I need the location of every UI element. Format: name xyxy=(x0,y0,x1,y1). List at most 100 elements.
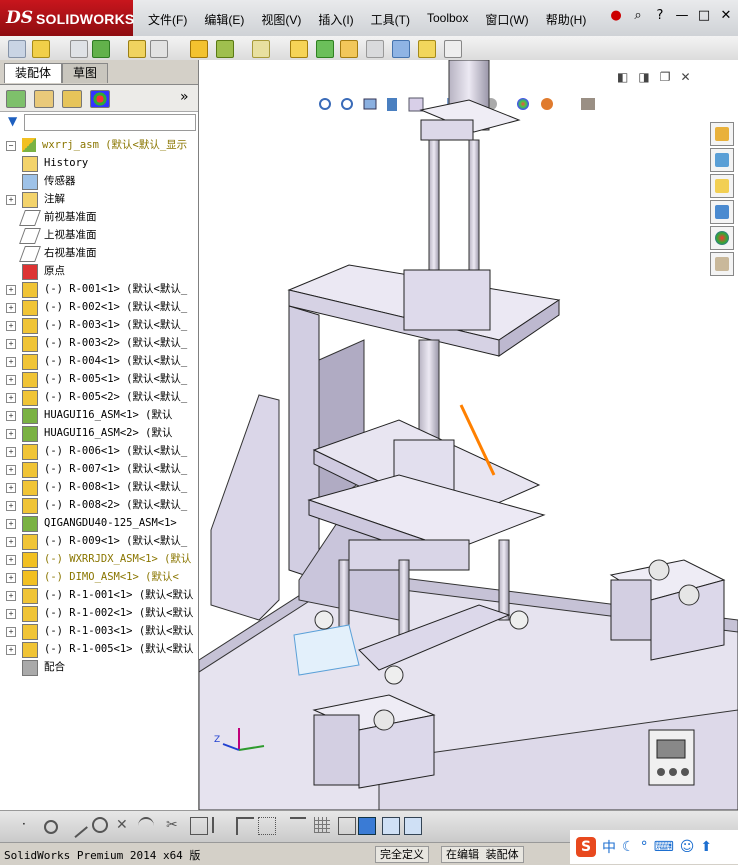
traffic-light-icon[interactable]: ● xyxy=(608,8,624,23)
restore-button[interactable]: □ xyxy=(696,8,712,23)
expand-icon[interactable]: + xyxy=(6,375,16,385)
expand-icon[interactable]: + xyxy=(6,357,16,367)
smart-dimension-icon[interactable] xyxy=(290,817,306,835)
expand-icon[interactable]: + xyxy=(6,483,16,493)
design-library-icon[interactable] xyxy=(710,148,734,172)
view-cube-icon[interactable] xyxy=(358,817,376,835)
expand-icon[interactable]: + xyxy=(6,591,16,601)
search-icon[interactable]: ⌕ xyxy=(630,8,646,23)
expand-icon[interactable]: + xyxy=(6,429,16,439)
configuration-manager-icon[interactable] xyxy=(62,90,82,108)
filter-icon[interactable]: ▼ xyxy=(8,114,17,128)
tree-item[interactable]: 传感器 xyxy=(0,172,198,190)
tree-item[interactable]: + (-) R-005<2> (默认<默认_ xyxy=(0,388,198,406)
tree-item[interactable]: + (-) R-001<1> (默认<默认_ xyxy=(0,280,198,298)
tree-item[interactable]: + (-) R-003<1> (默认<默认_ xyxy=(0,316,198,334)
expand-icon[interactable]: + xyxy=(6,501,16,511)
trim-icon[interactable]: ✕ xyxy=(116,817,132,833)
minimize-button[interactable]: — xyxy=(674,8,690,23)
moon-icon[interactable]: ☾ xyxy=(622,839,635,855)
dot-icon[interactable]: · xyxy=(22,817,38,833)
tree-item[interactable]: + (-) R-009<1> (默认<默认_ xyxy=(0,532,198,550)
feature-manager-icon[interactable] xyxy=(6,90,26,108)
keyboard-icon[interactable]: ⌨ xyxy=(654,839,674,855)
expand-icon[interactable]: + xyxy=(6,447,16,457)
offset-icon[interactable] xyxy=(190,817,208,835)
help-icon[interactable]: ? xyxy=(652,8,668,23)
menu-edit[interactable]: 编辑(E) xyxy=(204,11,244,28)
tree-item[interactable]: + (-) DIMO_ASM<1> (默认< xyxy=(0,568,198,586)
tree-item[interactable]: + HUAGUI16_ASM<2> (默认 xyxy=(0,424,198,442)
tree-item[interactable]: + (-) R-1-002<1> (默认<默认 xyxy=(0,604,198,622)
component-icon[interactable] xyxy=(92,40,110,58)
evaluate-icon[interactable] xyxy=(340,40,358,58)
grid-icon[interactable] xyxy=(314,817,330,833)
ruler-icon[interactable] xyxy=(392,40,410,58)
appearances-icon[interactable] xyxy=(710,226,734,250)
tree-item[interactable]: History xyxy=(0,154,198,172)
expand-icon[interactable]: + xyxy=(6,645,16,655)
explode-icon[interactable] xyxy=(252,40,270,58)
line-icon[interactable] xyxy=(64,813,88,839)
tree-item[interactable]: + HUAGUI16_ASM<1> (默认 xyxy=(0,406,198,424)
tree-item[interactable]: + (-) R-1-003<1> (默认<默认 xyxy=(0,622,198,640)
tree-item[interactable]: + (-) WXRRJDX_ASM<1> (默认 xyxy=(0,550,198,568)
close-button[interactable]: ✕ xyxy=(718,8,734,23)
point-icon[interactable] xyxy=(44,820,58,834)
tree-root[interactable]: − wxrrj_asm (默认<默认_显示 xyxy=(0,136,198,154)
expand-icon[interactable]: + xyxy=(6,555,16,565)
menu-file[interactable]: 文件(F) xyxy=(148,11,187,28)
tree-item[interactable]: + QIGANGDU40-125_ASM<1> xyxy=(0,514,198,532)
expand-icon[interactable]: + xyxy=(6,627,16,637)
punctuation-icon[interactable]: ° xyxy=(641,839,648,855)
chevron-right-icon[interactable]: » xyxy=(180,89,189,105)
home-icon[interactable] xyxy=(710,122,734,146)
tree-item[interactable]: 上视基准面 xyxy=(0,226,198,244)
paperclip-icon[interactable] xyxy=(70,40,88,58)
view-palette-icon[interactable] xyxy=(710,200,734,224)
expand-icon[interactable]: + xyxy=(6,573,16,583)
expand-icon[interactable]: + xyxy=(6,285,16,295)
tree-item[interactable]: + (-) R-007<1> (默认<默认_ xyxy=(0,460,198,478)
tree-item[interactable]: + (-) R-002<1> (默认<默认_ xyxy=(0,298,198,316)
user-icon[interactable]: ☺ xyxy=(680,839,695,855)
tree-item[interactable]: 原点 xyxy=(0,262,198,280)
pattern-icon[interactable] xyxy=(258,817,276,835)
new-doc-icon[interactable] xyxy=(8,40,26,58)
tree-item[interactable]: 前视基准面 xyxy=(0,208,198,226)
tree-item[interactable]: + (-) R-008<1> (默认<默认_ xyxy=(0,478,198,496)
custom-properties-icon[interactable] xyxy=(710,252,734,276)
tree-item[interactable]: + (-) R-003<2> (默认<默认_ xyxy=(0,334,198,352)
menu-view[interactable]: 视图(V) xyxy=(261,11,301,28)
tab-assembly[interactable]: 装配体 xyxy=(4,63,63,83)
expand-icon[interactable]: + xyxy=(6,195,16,205)
expand-icon[interactable]: + xyxy=(6,519,16,529)
assembly-icon[interactable] xyxy=(190,40,208,58)
tree-item[interactable]: + (-) R-004<1> (默认<默认_ xyxy=(0,352,198,370)
tree-item[interactable]: 右视基准面 xyxy=(0,244,198,262)
scissors-icon[interactable]: ✂ xyxy=(166,817,182,833)
sogou-icon[interactable]: S xyxy=(576,837,596,857)
tree-item[interactable]: 配合 xyxy=(0,658,198,676)
menu-help[interactable]: 帮助(H) xyxy=(546,11,587,28)
arrow-up-icon[interactable]: ⬆ xyxy=(700,839,712,855)
section-view-icon[interactable] xyxy=(382,817,400,835)
display-icon[interactable] xyxy=(316,40,334,58)
menu-insert[interactable]: 插入(I) xyxy=(318,11,353,28)
property-manager-icon[interactable] xyxy=(34,90,54,108)
expand-icon[interactable]: + xyxy=(6,321,16,331)
tree-item[interactable]: + 注解 xyxy=(0,190,198,208)
menu-tools[interactable]: 工具(T) xyxy=(371,11,410,28)
expand-icon[interactable]: + xyxy=(6,303,16,313)
arc-icon[interactable] xyxy=(138,817,154,835)
menu-toolbox[interactable]: Toolbox xyxy=(427,11,468,28)
tree-item[interactable]: + (-) R-008<2> (默认<默认_ xyxy=(0,496,198,514)
expand-icon[interactable]: + xyxy=(6,339,16,349)
tree-item[interactable]: + (-) R-1-001<1> (默认<默认 xyxy=(0,586,198,604)
rebuild-icon[interactable] xyxy=(128,40,146,58)
expand-icon[interactable]: + xyxy=(6,411,16,421)
display-manager-icon[interactable] xyxy=(90,90,110,108)
mate-icon[interactable] xyxy=(216,40,234,58)
split-view-icon[interactable] xyxy=(404,817,422,835)
screenshot-icon[interactable] xyxy=(444,40,462,58)
